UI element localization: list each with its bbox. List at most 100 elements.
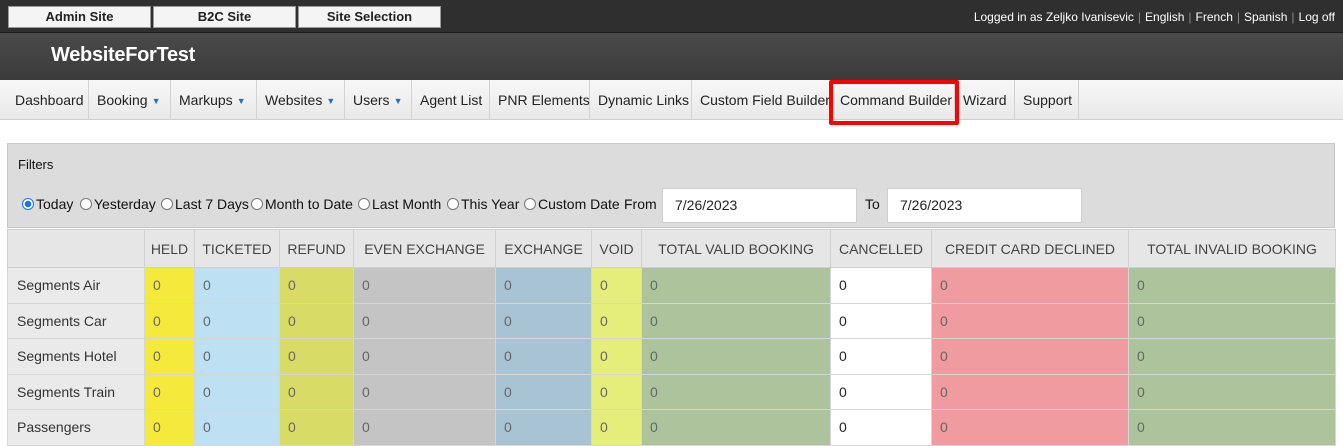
radio-this-year[interactable]: This Year [447, 196, 519, 212]
radio-custom-date[interactable]: Custom Date [524, 196, 620, 212]
nav-websites[interactable]: Websites ▼ [257, 80, 345, 120]
table-cell: 0 [641, 267, 831, 304]
table-cell: 0 [830, 409, 932, 446]
radio-today[interactable]: Today [22, 196, 73, 212]
col-header: CANCELLED [830, 229, 932, 268]
from-date-input[interactable]: 7/26/2023 [662, 188, 857, 223]
nav-dashboard[interactable]: Dashboard [7, 80, 89, 120]
table-cell: 0 [931, 373, 1129, 410]
table-cell: 0 [279, 373, 354, 410]
row-label: Segments Car [7, 302, 145, 339]
chevron-down-icon: ▼ [236, 96, 246, 106]
filters-title: Filters [18, 157, 54, 172]
nav-agent-list[interactable]: Agent List [412, 80, 490, 120]
lang-french-link[interactable]: French [1196, 10, 1233, 24]
table-cell: 0 [353, 302, 496, 339]
nav-pnr-elements[interactable]: PNR Elements [490, 80, 590, 120]
from-label: From [624, 196, 657, 212]
nav-dynamic-links[interactable]: Dynamic Links [590, 80, 692, 120]
table-cell: 0 [194, 302, 280, 339]
b2c-site-button[interactable]: B2C Site [153, 6, 296, 28]
radio-month-to-date-label: Month to Date [265, 196, 353, 212]
radio-icon [80, 198, 92, 210]
row-label: Segments Train [7, 373, 145, 410]
nav-wizard[interactable]: Wizard [955, 80, 1015, 120]
table-cell: 0 [144, 302, 195, 339]
nav-support[interactable]: Support [1015, 80, 1079, 120]
table-cell: 0 [279, 267, 354, 304]
table-cell: 0 [931, 409, 1129, 446]
to-label: To [865, 196, 880, 212]
logged-in-text: Logged in as Zeljko Ivanisevic [973, 10, 1134, 24]
table-cell: 0 [830, 267, 932, 304]
table-cell: 0 [194, 267, 280, 304]
table-cell: 0 [495, 373, 592, 410]
table-cell: 0 [1128, 409, 1336, 446]
row-label: Segments Hotel [7, 338, 145, 375]
nav-agent-list-label: Agent List [420, 92, 483, 108]
table-cell: 0 [495, 302, 592, 339]
table-cell: 0 [931, 338, 1129, 375]
table-cell: 0 [830, 338, 932, 375]
table-cell: 0 [144, 267, 195, 304]
nav-booking[interactable]: Booking ▼ [89, 80, 171, 120]
table-cell: 0 [641, 338, 831, 375]
table-cell: 0 [279, 409, 354, 446]
radio-last-7-days-label: Last 7 Days [175, 196, 249, 212]
table-cell: 0 [144, 373, 195, 410]
chevron-down-icon: ▼ [151, 96, 161, 106]
nav-booking-label: Booking [97, 92, 148, 108]
table-cell: 0 [144, 409, 195, 446]
nav-users[interactable]: Users ▼ [345, 80, 412, 120]
admin-site-button[interactable]: Admin Site [8, 6, 151, 28]
corner-cell [7, 229, 145, 268]
col-header: CREDIT CARD DECLINED [931, 229, 1129, 268]
table-cell: 0 [353, 373, 496, 410]
brand-title[interactable]: WebsiteForTest [51, 44, 195, 67]
radio-last-month-label: Last Month [372, 196, 442, 212]
table-cell: 0 [591, 302, 642, 339]
nav-support-label: Support [1023, 92, 1073, 108]
logoff-link[interactable]: Log off [1299, 10, 1335, 24]
filters-panel: Filters Today Yesterday Last 7 Days Mont… [7, 143, 1335, 228]
nav-custom-field-builder[interactable]: Custom Field Builder [692, 80, 832, 120]
table-cell: 0 [495, 267, 592, 304]
radio-icon [447, 198, 459, 210]
lang-spanish-link[interactable]: Spanish [1244, 10, 1287, 24]
radio-icon [524, 198, 536, 210]
row-label: Segments Air [7, 267, 145, 304]
radio-icon [358, 198, 370, 210]
site-header: WebsiteForTest [0, 33, 1343, 80]
radio-last-7-days[interactable]: Last 7 Days [161, 196, 249, 212]
col-header: TOTAL INVALID BOOKING [1128, 229, 1336, 268]
table-cell: 0 [830, 373, 932, 410]
table-cell: 0 [279, 302, 354, 339]
table-cell: 0 [641, 373, 831, 410]
radio-month-to-date[interactable]: Month to Date [251, 196, 353, 212]
booking-stats-table: HELD TICKETED REFUND EVEN EXCHANGE EXCHA… [7, 229, 1336, 446]
lang-english-link[interactable]: English [1145, 10, 1184, 24]
col-header: HELD [144, 229, 195, 268]
table-cell: 0 [353, 267, 496, 304]
table-cell: 0 [931, 302, 1129, 339]
table-cell: 0 [495, 409, 592, 446]
table-cell: 0 [194, 338, 280, 375]
table-row: Segments Hotel 0 0 0 0 0 0 0 0 0 0 [7, 338, 1336, 375]
to-date-input[interactable]: 7/26/2023 [887, 188, 1082, 223]
table-cell: 0 [591, 409, 642, 446]
main-nav: Dashboard Booking ▼ Markups ▼ Websites ▼ Us… [0, 80, 1343, 120]
nav-markups[interactable]: Markups ▼ [171, 80, 257, 120]
table-cell: 0 [931, 267, 1129, 304]
radio-today-label: Today [36, 196, 74, 212]
table-cell: 0 [641, 302, 831, 339]
nav-custom-field-builder-label: Custom Field Builder [700, 92, 830, 108]
radio-this-year-label: This Year [461, 196, 520, 212]
col-header: EXCHANGE [495, 229, 592, 268]
user-links: Logged in as Zeljko Ivanisevic | English | F… [973, 10, 1335, 24]
radio-yesterday[interactable]: Yesterday [80, 196, 156, 212]
site-selection-button[interactable]: Site Selection [298, 6, 441, 28]
col-header: TICKETED [194, 229, 280, 268]
radio-last-month[interactable]: Last Month [358, 196, 441, 212]
radio-icon [251, 198, 263, 210]
nav-pnr-elements-label: PNR Elements [498, 92, 590, 108]
